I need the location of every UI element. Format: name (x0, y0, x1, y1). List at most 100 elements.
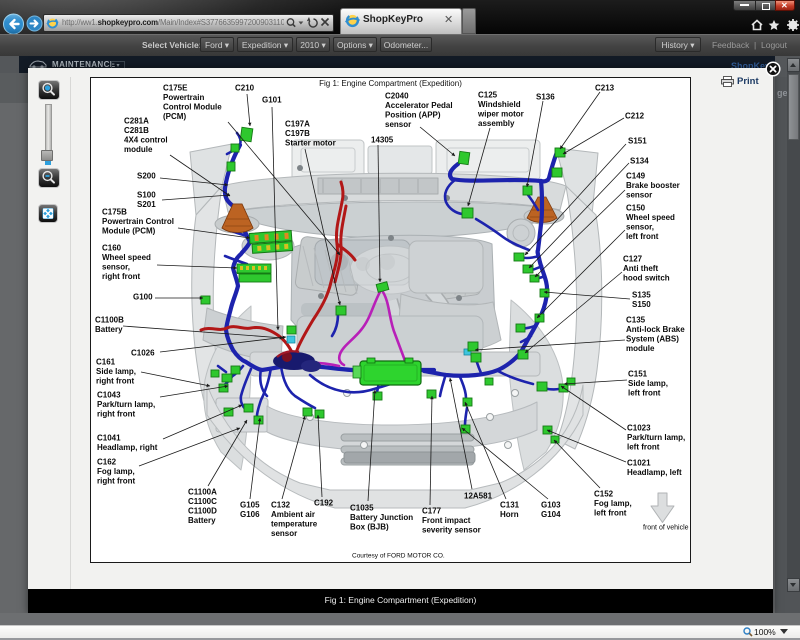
svg-text:C281A: C281A (124, 117, 149, 126)
svg-text:C1043: C1043 (97, 391, 121, 400)
svg-text:Position (APP): Position (APP) (385, 111, 441, 120)
svg-text:Side lamp,: Side lamp, (628, 379, 668, 388)
svg-text:C127: C127 (623, 255, 643, 264)
svg-text:Battery Junction: Battery Junction (350, 513, 413, 522)
svg-text:S135: S135 (632, 291, 651, 300)
svg-text:temperature: temperature (271, 520, 318, 529)
svg-text:S100: S100 (137, 191, 156, 200)
svg-text:S151: S151 (628, 137, 647, 146)
svg-text:(PCM): (PCM) (163, 112, 186, 121)
svg-text:C281B: C281B (124, 126, 149, 135)
svg-text:Courtesy of FORD MOTOR CO.: Courtesy of FORD MOTOR CO. (352, 553, 445, 560)
svg-text:C162: C162 (97, 458, 117, 467)
svg-text:sensor: sensor (626, 191, 652, 200)
svg-text:C212: C212 (625, 112, 645, 121)
svg-text:Wheel speed: Wheel speed (626, 213, 675, 222)
svg-text:Windshield: Windshield (478, 100, 521, 109)
svg-text:left front: left front (627, 443, 660, 452)
svg-text:right front: right front (96, 377, 135, 386)
svg-text:G103: G103 (541, 501, 561, 510)
svg-text:Battery: Battery (188, 516, 216, 525)
svg-text:C160: C160 (102, 244, 122, 253)
svg-text:Brake booster: Brake booster (626, 181, 680, 190)
svg-text:Fog lamp,: Fog lamp, (97, 467, 135, 476)
svg-text:Accelerator Pedal: Accelerator Pedal (385, 101, 453, 110)
svg-text:C151: C151 (628, 370, 648, 379)
svg-text:Horn: Horn (500, 510, 519, 519)
svg-text:S134: S134 (630, 157, 649, 166)
svg-text:G100: G100 (133, 293, 153, 302)
svg-text:Side lamp,: Side lamp, (96, 367, 136, 376)
svg-text:left front: left front (594, 509, 627, 518)
svg-text:Powertrain Control: Powertrain Control (102, 217, 174, 226)
svg-text:C175E: C175E (163, 84, 188, 93)
svg-text:Front impact: Front impact (422, 516, 471, 525)
svg-text:severity sensor: severity sensor (422, 526, 481, 535)
svg-text:sensor,: sensor, (626, 223, 654, 232)
svg-text:C2040: C2040 (385, 92, 409, 101)
svg-text:C149: C149 (626, 172, 646, 181)
svg-text:C125: C125 (478, 91, 498, 100)
svg-text:left front: left front (626, 232, 659, 241)
svg-text:C175B: C175B (102, 208, 127, 217)
svg-text:C1023: C1023 (627, 424, 651, 433)
svg-text:module: module (124, 145, 153, 154)
svg-text:Headlamp, right: Headlamp, right (97, 443, 158, 452)
svg-text:Starter motor: Starter motor (285, 139, 336, 148)
svg-text:hood switch: hood switch (623, 274, 670, 283)
svg-text:sensor: sensor (385, 120, 411, 129)
svg-text:C161: C161 (96, 358, 116, 367)
svg-text:S150: S150 (632, 300, 651, 309)
svg-text:S201: S201 (137, 200, 156, 209)
svg-text:C150: C150 (626, 204, 646, 213)
svg-text:G106: G106 (240, 510, 260, 519)
svg-text:C131: C131 (500, 501, 520, 510)
svg-text:4X4 control: 4X4 control (124, 136, 168, 145)
svg-text:Powertrain: Powertrain (163, 93, 204, 102)
svg-text:C177: C177 (422, 507, 442, 516)
svg-text:System (ABS): System (ABS) (626, 335, 679, 344)
svg-text:Ambient air: Ambient air (271, 510, 315, 519)
svg-text:G104: G104 (541, 510, 561, 519)
svg-text:Wheel speed: Wheel speed (102, 253, 151, 262)
svg-text:Headlamp, left: Headlamp, left (627, 468, 682, 477)
svg-text:C197A: C197A (285, 120, 310, 129)
svg-text:sensor,: sensor, (102, 263, 130, 272)
svg-text:right front: right front (97, 410, 136, 419)
svg-text:left front: left front (628, 389, 661, 398)
svg-text:G105: G105 (240, 501, 260, 510)
svg-text:Park/turn lamp,: Park/turn lamp, (97, 400, 155, 409)
svg-text:S200: S200 (137, 172, 156, 181)
svg-text:C1100C: C1100C (188, 497, 217, 506)
svg-text:G101: G101 (262, 96, 282, 105)
svg-text:assembly: assembly (478, 119, 515, 128)
svg-text:14305: 14305 (371, 136, 394, 145)
svg-text:C1021: C1021 (627, 459, 651, 468)
svg-text:S136: S136 (536, 93, 555, 102)
svg-text:module: module (626, 344, 655, 353)
svg-text:C213: C213 (595, 84, 615, 93)
svg-text:C1041: C1041 (97, 434, 121, 443)
svg-text:wiper motor: wiper motor (477, 110, 524, 119)
svg-text:right front: right front (102, 272, 141, 281)
svg-text:right front: right front (97, 477, 136, 486)
svg-text:C192: C192 (314, 499, 334, 508)
svg-text:C152: C152 (594, 490, 614, 499)
svg-text:Box (BJB): Box (BJB) (350, 523, 389, 532)
svg-text:front of vehicle: front of vehicle (643, 525, 689, 532)
svg-text:C132: C132 (271, 501, 291, 510)
svg-text:sensor: sensor (271, 529, 297, 538)
svg-text:C1026: C1026 (131, 349, 155, 358)
svg-text:C1035: C1035 (350, 504, 374, 513)
svg-text:C135: C135 (626, 316, 646, 325)
svg-text:Fog lamp,: Fog lamp, (594, 499, 632, 508)
svg-text:C1100D: C1100D (188, 507, 217, 516)
svg-text:C197B: C197B (285, 129, 310, 138)
svg-text:C1100A: C1100A (188, 488, 217, 497)
svg-text:Anti-lock Brake: Anti-lock Brake (626, 325, 685, 334)
svg-text:Park/turn lamp,: Park/turn lamp, (627, 433, 685, 442)
svg-text:12A581: 12A581 (464, 492, 493, 501)
svg-text:C1100B: C1100B (95, 316, 124, 325)
svg-text:Module (PCM): Module (PCM) (102, 227, 156, 236)
svg-text:C210: C210 (235, 84, 255, 93)
